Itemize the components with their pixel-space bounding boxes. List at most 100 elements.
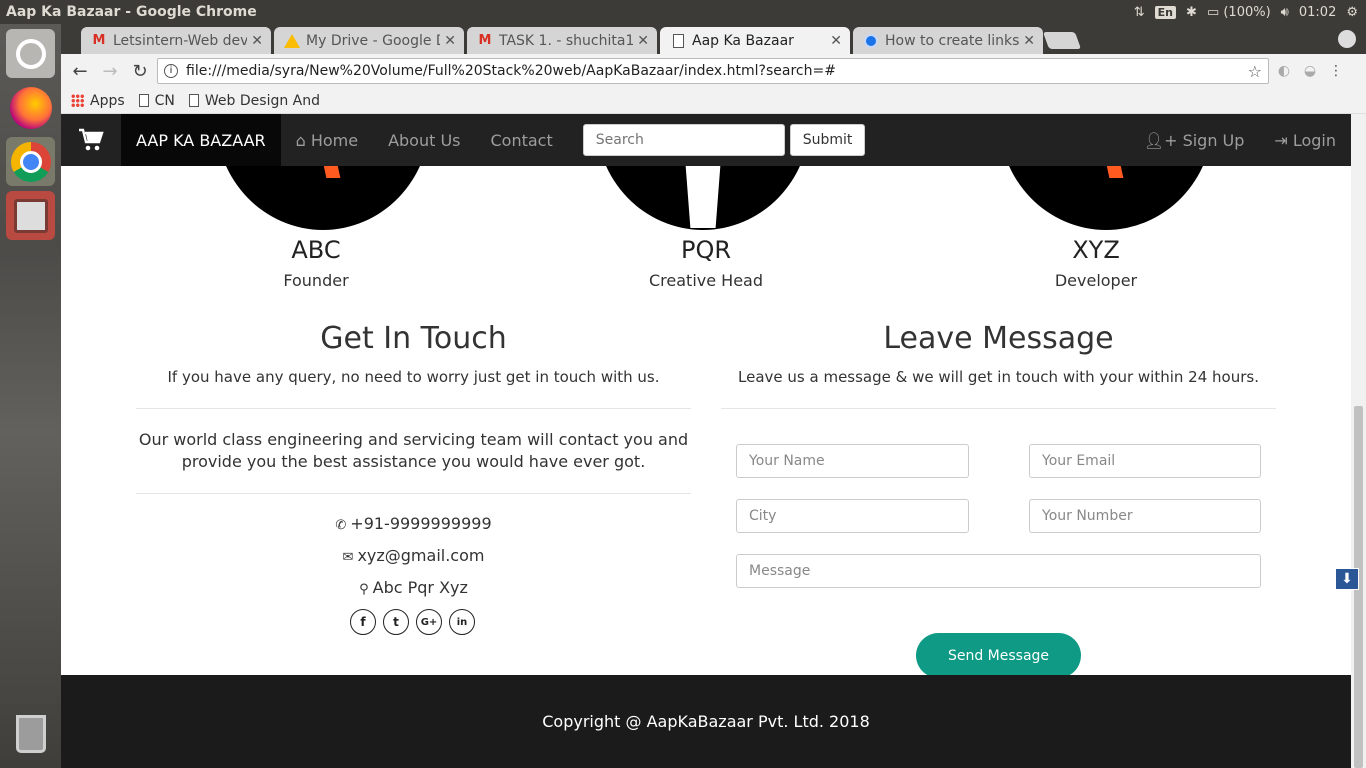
body-line: provide you the best assistance you woul… [181,452,646,471]
tab-my-drive[interactable]: My Drive - Google D ✕ [274,27,464,54]
window-title: Aap Ka Bazaar - Google Chrome [6,4,257,20]
chrome-launcher[interactable] [6,137,55,186]
brand-link[interactable]: AAP KA BAZAAR [121,114,281,166]
member-role: Founder [283,271,349,290]
submit-button[interactable]: Submit [789,124,866,156]
page-icon [672,33,684,48]
divider [136,493,691,494]
get-in-touch-body: Our world class engineering and servicin… [136,429,691,473]
copyright-text: Copyright @ AapKaBazaar Pvt. Ltd. 2018 [542,712,870,731]
bluetooth-icon[interactable]: ✱ [1186,5,1197,20]
firefox-icon [9,86,52,129]
page-icon [138,94,149,107]
search-input[interactable] [582,124,785,156]
file-cabinet-icon [13,198,48,233]
browser-window: M Letsintern-Web dev ✕ My Drive - Google… [61,24,1366,768]
close-icon[interactable]: ✕ [1023,33,1035,49]
email-field[interactable] [1029,444,1261,478]
cart-icon[interactable] [61,114,121,166]
close-icon[interactable]: ✕ [444,33,456,49]
bookmark-web-design[interactable]: Web Design And [188,93,320,109]
bookmark-label: CN [154,92,175,109]
settings-gear-icon[interactable]: ⚙ [1346,5,1358,20]
bookmark-star-icon[interactable]: ☆ [1248,62,1262,81]
reload-button[interactable]: ↻ [127,58,153,84]
member-name: PQR [680,236,732,264]
page-viewport: ABC Founder PQR Creative Head XYZ Develo… [61,114,1351,768]
number-field[interactable] [1029,499,1261,533]
extension-icon[interactable]: ◐ [1273,60,1295,82]
nav-home-label: Home [310,130,359,150]
divider [136,408,691,409]
close-icon[interactable]: ✕ [251,33,263,49]
volume-icon[interactable]: 🔊︎ [1281,5,1289,20]
tab-title: How to create links [885,32,1020,49]
envelope-icon: ✉ [342,550,354,565]
tab-how-to-create-links[interactable]: How to create links ✕ [853,27,1043,54]
nav-home[interactable]: ⌂ Home [281,131,373,150]
close-icon[interactable]: ✕ [637,33,649,49]
battery-indicator[interactable]: ▭ (100%) [1207,5,1271,20]
scrollbar[interactable] [1351,114,1366,768]
new-tab-button[interactable] [1042,32,1082,49]
firefox-launcher[interactable] [6,83,55,132]
get-in-touch-subtitle: If you have any query, no need to worry … [167,368,660,386]
name-field[interactable] [736,444,969,478]
launcher [0,24,61,768]
address-bar[interactable]: i file:///media/syra/New%20Volume/Full%2… [157,58,1269,84]
facebook-icon[interactable]: f [350,609,376,635]
close-icon[interactable]: ✕ [830,33,842,49]
nav-login[interactable]: ⇥ Login [1259,131,1351,150]
phone-number: +91-9999999999 [350,514,492,533]
twitter-icon[interactable]: t [383,609,409,635]
site-navbar: AAP KA BAZAAR ⌂Home About Us Contact Sub… [61,114,1351,166]
bookmark-cn[interactable]: CN [138,92,175,109]
info-icon[interactable]: i [164,64,178,78]
tab-letsintern[interactable]: M Letsintern-Web dev ✕ [81,27,271,54]
dash-home-launcher[interactable] [6,29,55,78]
battery-percent: (100%) [1223,4,1271,20]
footer: Copyright @ AapKaBazaar Pvt. Ltd. 2018 [61,675,1351,768]
gmail-icon: M [478,32,492,48]
social-links: f t G+ in [350,609,475,635]
extension-icon[interactable]: ◒ [1299,60,1321,82]
forward-button[interactable]: → [97,58,123,84]
trash-launcher[interactable] [6,709,55,758]
member-name: ABC [291,236,341,264]
network-icon[interactable]: ⇅ [1134,5,1145,20]
nav-login-label: Login [1292,130,1336,150]
loading-icon [864,33,878,48]
contact-phone: ✆ +91-9999999999 [136,514,691,533]
linkedin-icon[interactable]: in [449,609,475,635]
menu-icon[interactable]: ⋮ [1325,60,1347,82]
tab-task[interactable]: M TASK 1. - shuchita19 ✕ [467,27,657,54]
google-drive-icon [284,33,300,48]
contact-email: ✉ xyz@gmail.com [136,546,691,565]
files-launcher[interactable] [6,191,55,240]
profile-icon[interactable] [1338,30,1356,48]
download-arrow-icon[interactable]: ⬇ [1335,568,1359,590]
chrome-icon [10,141,51,182]
url-text[interactable]: file:///media/syra/New%20Volume/Full%20S… [186,63,1248,79]
send-message-button[interactable]: Send Message [916,633,1081,678]
message-field[interactable] [736,554,1261,588]
city-field[interactable] [736,499,969,533]
phone-icon: ✆ [335,518,347,533]
search-form: Submit [582,124,866,156]
tab-title: Aap Ka Bazaar [692,32,794,49]
nav-about[interactable]: About Us [373,131,475,150]
tab-title: TASK 1. - shuchita19 [499,32,634,49]
google-plus-icon[interactable]: G+ [416,609,442,635]
email-address: xyz@gmail.com [357,546,485,565]
keyboard-layout-indicator[interactable]: En [1154,5,1177,19]
get-in-touch-title: Get In Touch [320,321,507,356]
user-plus-icon: 👤︎+ [1143,130,1178,150]
clock[interactable]: 01:02 [1299,5,1336,20]
gmail-icon: M [92,32,106,48]
back-button[interactable]: ← [67,58,93,84]
browser-toolbar: ← → ↻ i file:///media/syra/New%20Volume/… [61,54,1366,88]
nav-contact[interactable]: Contact [476,131,568,150]
tab-aap-ka-bazaar[interactable]: Aap Ka Bazaar ✕ [660,27,850,54]
nav-signup[interactable]: 👤︎+ Sign Up [1129,131,1260,150]
bookmark-apps[interactable]: Apps [71,93,125,109]
